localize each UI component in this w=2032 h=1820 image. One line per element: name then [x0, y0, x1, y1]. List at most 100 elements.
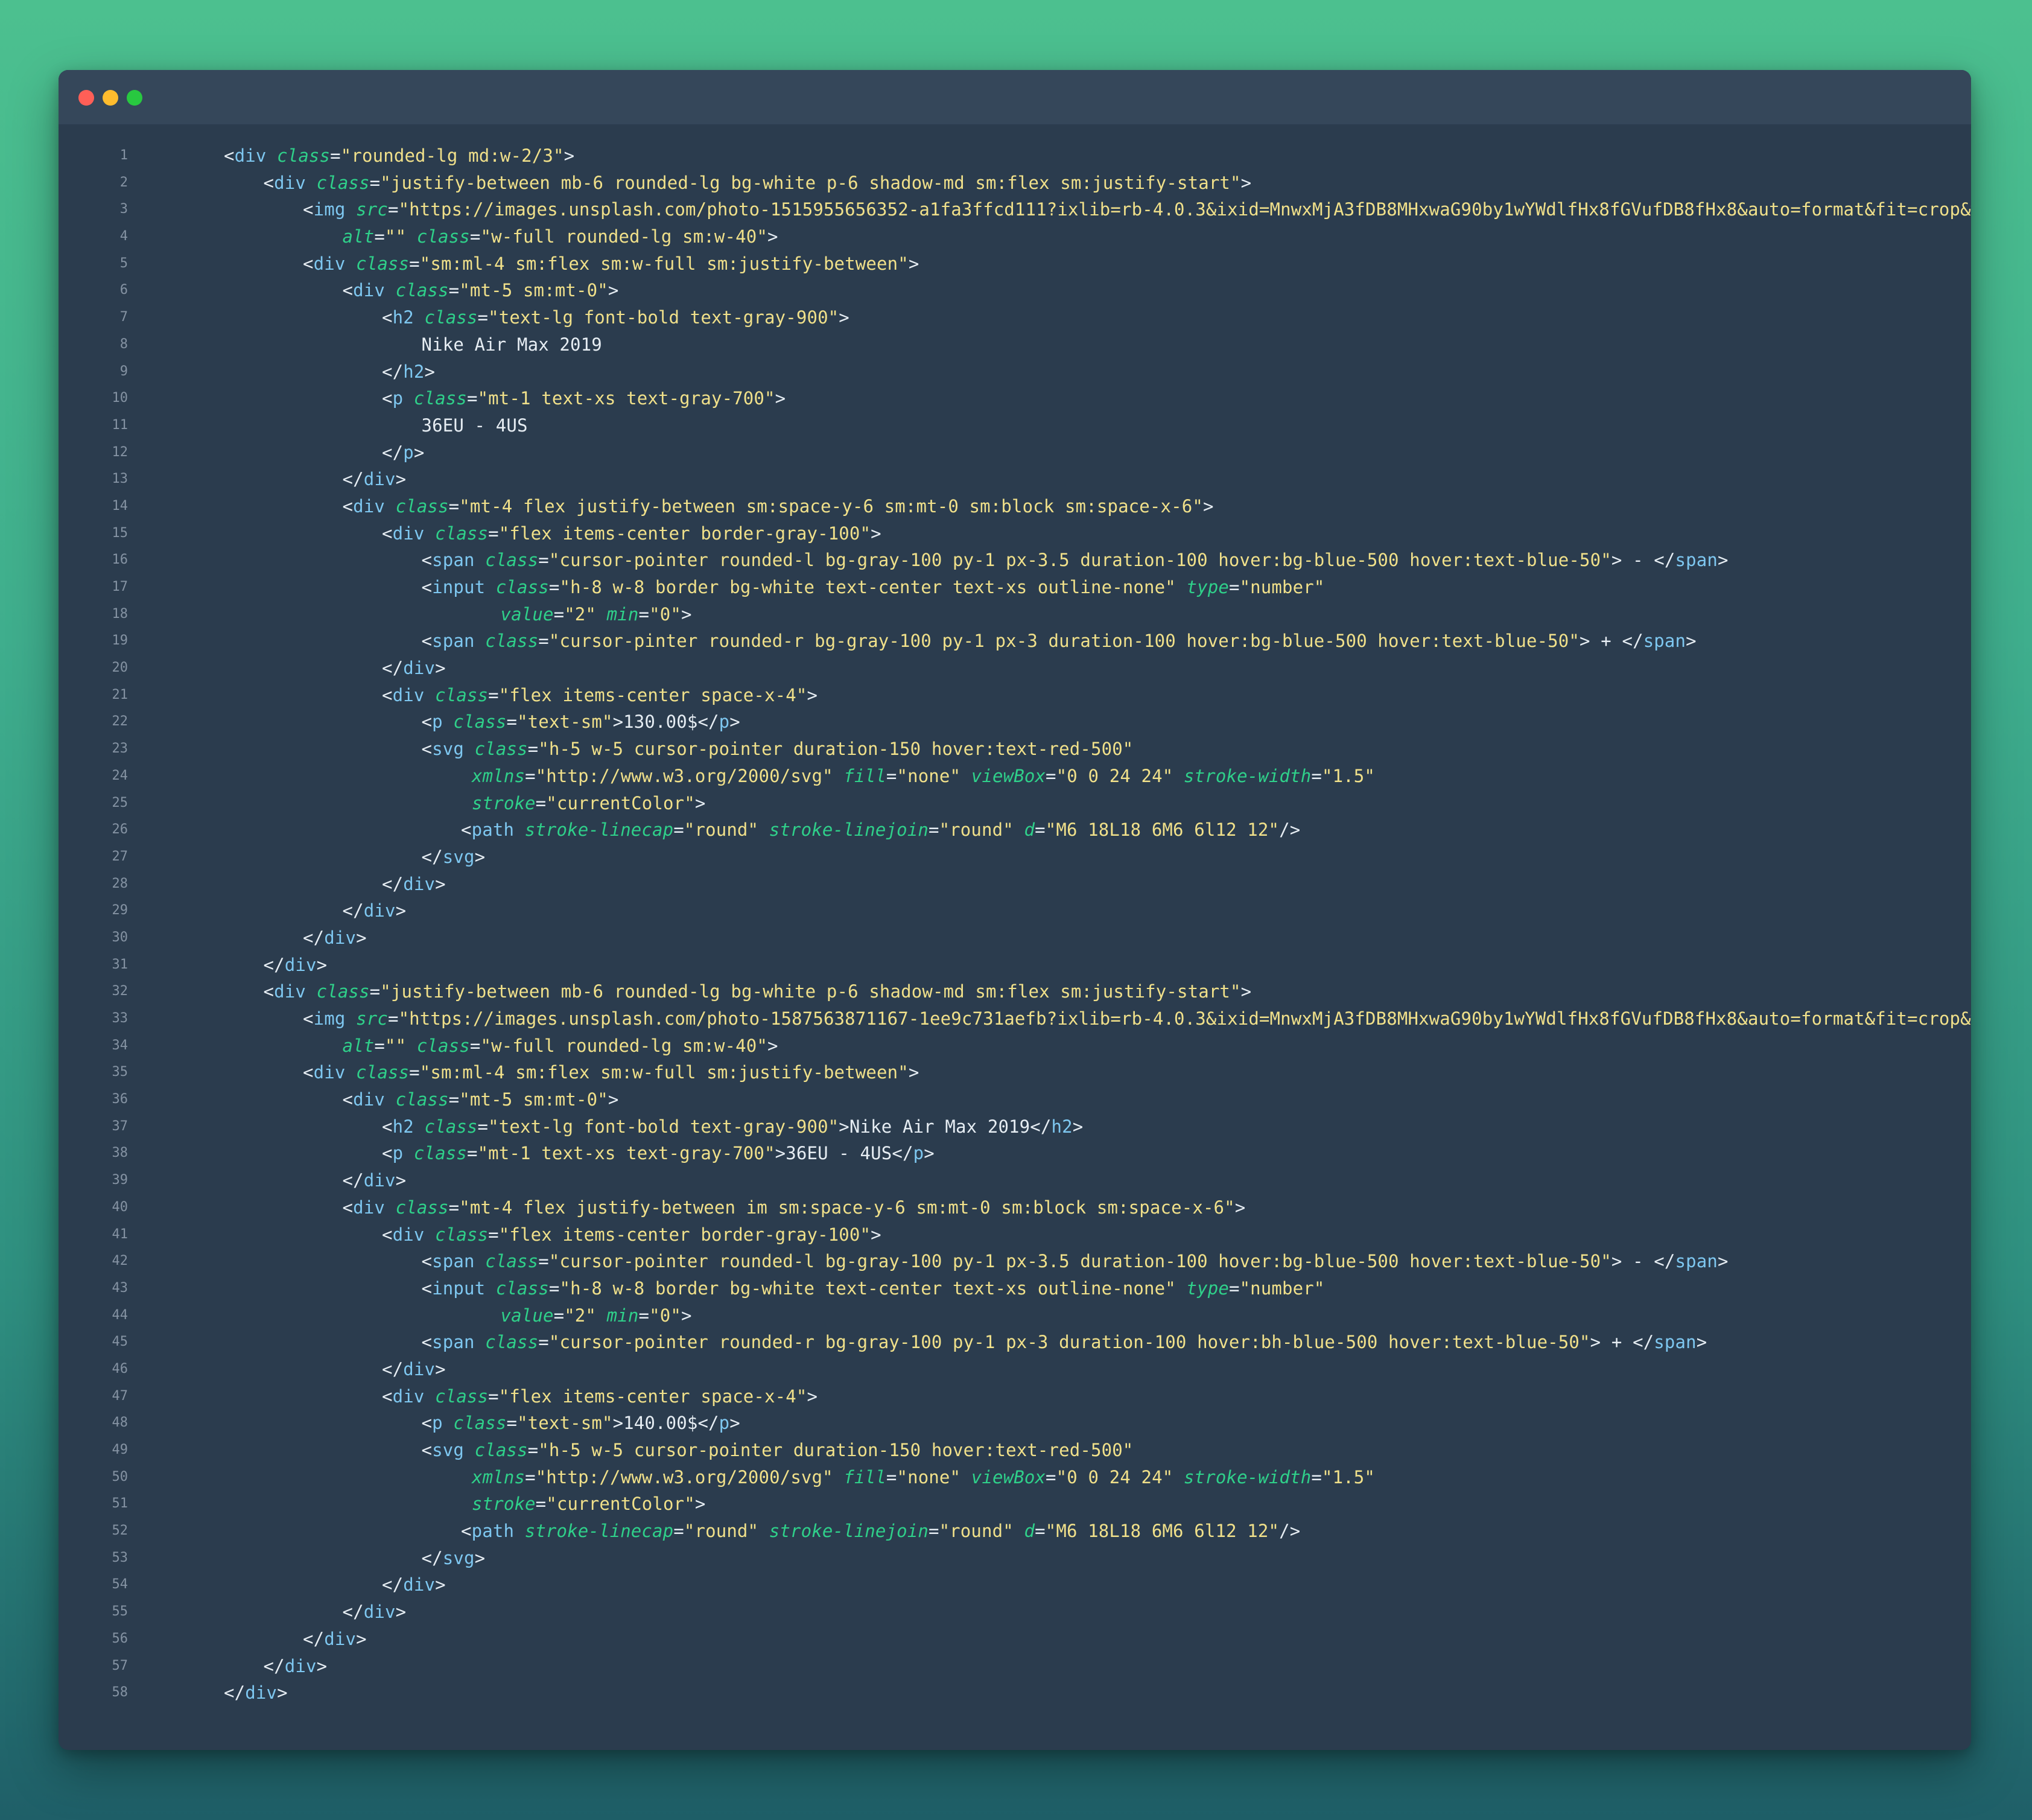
attribute-token: class	[424, 307, 478, 328]
code-text: stroke="currentColor">	[224, 790, 705, 817]
punctuation-token: <	[342, 1197, 354, 1218]
line-number: 3	[119, 202, 128, 217]
line-number: 57	[112, 1658, 129, 1673]
punctuation-token: <	[303, 253, 314, 274]
punctuation-token: />	[1279, 819, 1301, 841]
punctuation-token: >	[1234, 1197, 1246, 1218]
punctuation-token: <	[421, 1278, 433, 1299]
tag-name-token: span	[432, 550, 475, 571]
punctuation-token: <	[421, 1251, 433, 1272]
code-line: 21 <div class="flex items-center space-x-…	[59, 682, 1971, 709]
punctuation-token: =	[527, 739, 539, 760]
punctuation-token	[833, 766, 844, 786]
code-window: 1 <div class="rounded-lg md:w-2/3"> 2 <div …	[59, 70, 1971, 1750]
punctuation-token: =	[638, 603, 650, 625]
punctuation-token	[385, 1197, 396, 1218]
tag-name-token: p	[392, 388, 404, 409]
attribute-token: viewBox	[971, 765, 1046, 786]
code-text: <div class="rounded-lg md:w-2/3">	[224, 142, 574, 170]
line-number: 13	[112, 471, 129, 487]
tag-name-token: div	[392, 1386, 425, 1407]
line-number: 18	[112, 606, 129, 622]
line-number: 49	[112, 1442, 129, 1457]
punctuation-token: =	[448, 1089, 460, 1110]
punctuation-token: >	[1240, 981, 1252, 1002]
tag-name-token: div	[403, 1358, 436, 1379]
code-text: value="2" min="0">	[224, 1302, 692, 1329]
attribute-token: class	[495, 1278, 549, 1299]
attribute-token: stroke-linejoin	[769, 1521, 929, 1542]
punctuation-token: =	[448, 495, 460, 517]
punctuation-token: </	[342, 900, 364, 921]
line-number: 23	[112, 741, 129, 757]
attribute-token: stroke	[472, 1494, 536, 1515]
code-text: <span class="cursor-pinter rounded-r bg-…	[224, 628, 1697, 655]
punctuation-token: =	[488, 1386, 499, 1407]
code-line: 10 <p class="mt-1 text-xs text-gray-700">	[59, 385, 1971, 412]
punctuation-token	[475, 1251, 486, 1271]
line-number: 21	[112, 687, 129, 702]
punctuation-token: >	[1717, 1251, 1729, 1272]
code-line: 30 </div>	[59, 924, 1971, 952]
punctuation-token: >Nike Air Max 2019</	[839, 1116, 1052, 1137]
code-line: 50 xmlns="http://www.w3.org/2000/svg" fil…	[59, 1464, 1971, 1491]
line-number: 7	[119, 310, 128, 325]
punctuation-token: >	[395, 469, 407, 490]
string-token: "mt-4 flex justify-between sm:space-y-6 …	[459, 495, 1203, 517]
string-token: "0 0 24 24"	[1056, 765, 1173, 786]
punctuation-token: =	[1311, 1466, 1322, 1488]
string-token: "none"	[897, 1466, 961, 1488]
line-number: 45	[112, 1334, 129, 1350]
punctuation-token: =	[466, 388, 478, 409]
punctuation-token: </	[263, 1655, 285, 1676]
attribute-token: class	[474, 739, 528, 760]
tag-name-token: p	[719, 1413, 730, 1434]
code-editor[interactable]: 1 <div class="rounded-lg md:w-2/3"> 2 <div …	[59, 124, 1972, 1750]
code-text: <path stroke-linecap="round" stroke-line…	[224, 1518, 1300, 1545]
code-line: 22 <p class="text-sm">130.00$</p>	[59, 708, 1971, 736]
punctuation-token	[464, 739, 475, 759]
code-text: <div class="mt-4 flex justify-between im…	[224, 1194, 1246, 1221]
punctuation-token: >	[435, 873, 446, 894]
tag-name-token: p	[432, 711, 443, 733]
tag-name-token: div	[284, 954, 317, 975]
punctuation-token: >	[1240, 172, 1252, 193]
string-token: "mt-5 sm:mt-0"	[459, 1089, 608, 1110]
code-line: 46 </div>	[59, 1356, 1971, 1383]
punctuation-token: >	[395, 1170, 407, 1191]
tag-name-token: div	[353, 1089, 385, 1110]
code-text: <div class="flex items-center space-x-4"…	[224, 1383, 818, 1410]
punctuation-token: >	[395, 1602, 407, 1623]
code-line: 4 alt="" class="w-full rounded-lg sm:w-40…	[59, 223, 1971, 250]
text-token: 36EU - 4US	[421, 415, 528, 436]
string-token: "round"	[939, 819, 1014, 841]
code-text: <div class="flex items-center border-gra…	[224, 520, 881, 547]
code-text: <p class="mt-1 text-xs text-gray-700">	[224, 385, 786, 412]
punctuation-token	[403, 1143, 414, 1163]
attribute-token: type	[1186, 1278, 1229, 1299]
line-number: 15	[112, 525, 129, 541]
punctuation-token: <	[421, 631, 433, 652]
tag-name-token: div	[363, 1170, 396, 1191]
code-line: 51 stroke="currentColor">	[59, 1491, 1971, 1518]
punctuation-token	[385, 496, 396, 517]
punctuation-token	[485, 1278, 496, 1299]
string-token: ""	[384, 226, 407, 247]
zoom-window-button[interactable]	[127, 90, 142, 106]
attribute-token: class	[316, 172, 370, 193]
attribute-token: min	[606, 603, 639, 625]
line-number: 4	[119, 229, 128, 244]
string-token: "0 0 24 24"	[1056, 1466, 1173, 1488]
close-window-button[interactable]	[78, 90, 94, 106]
line-number: 27	[112, 848, 129, 864]
line-number: 35	[112, 1064, 129, 1080]
code-line: 18 value="2" min="0">	[59, 601, 1971, 628]
string-token: "number"	[1239, 577, 1325, 597]
punctuation-token	[345, 1062, 356, 1083]
tag-name-token: svg	[442, 1547, 475, 1568]
code-text: <svg class="h-5 w-5 cursor-pointer durat…	[224, 1437, 1134, 1464]
code-text: <div class="flex items-center border-gra…	[224, 1221, 881, 1249]
punctuation-token: </	[382, 1358, 404, 1379]
minimize-window-button[interactable]	[103, 90, 118, 106]
attribute-token: fill	[843, 765, 886, 786]
